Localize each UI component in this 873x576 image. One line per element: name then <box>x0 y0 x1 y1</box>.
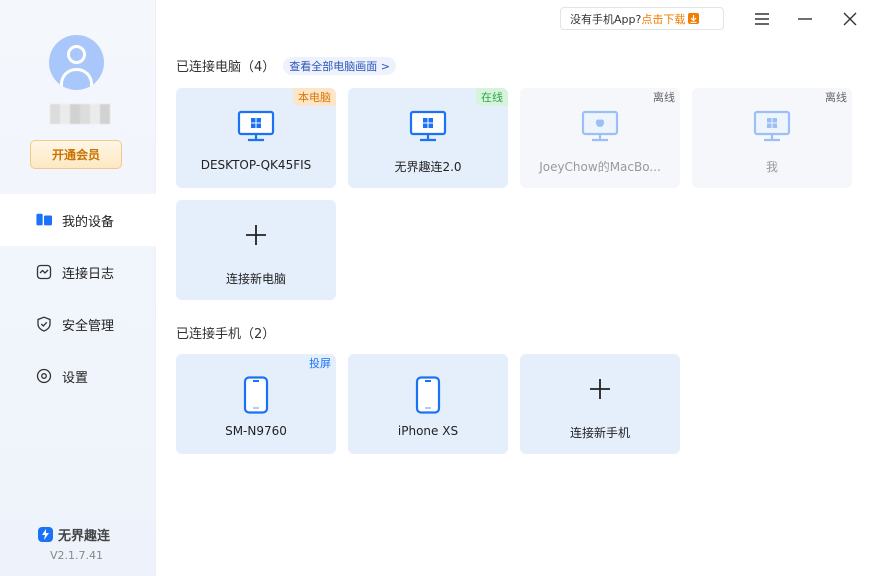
settings-icon <box>36 368 52 384</box>
add-computer-label: 连接新电脑 <box>225 272 286 286</box>
add-phone-card[interactable]: 连接新手机 <box>520 354 680 454</box>
computers-section-title: 已连接电脑（4） 查看全部电脑画面 > <box>176 56 396 75</box>
plus-icon <box>176 224 336 246</box>
brand-name: 无界趣连 <box>58 529 111 544</box>
device-name: JoeyChow的MacBo... <box>539 160 661 174</box>
computers-title: 已连接电脑（4） <box>176 60 276 75</box>
cast-badge: 投屏 <box>309 357 331 370</box>
username-blurred <box>50 104 110 124</box>
sidebar-item-label: 安全管理 <box>62 318 115 334</box>
sidebar-item-label: 连接日志 <box>62 266 115 282</box>
devices-icon <box>36 212 52 228</box>
computer-card-me[interactable]: 离线 我 <box>692 88 852 188</box>
device-name: DESKTOP-QK45FIS <box>200 158 312 172</box>
computer-card-macbook[interactable]: 离线 JoeyChow的MacBo... <box>520 88 680 188</box>
brand: 无界趣连 <box>38 525 110 544</box>
download-icon <box>688 13 700 24</box>
monitor-windows-icon <box>692 110 852 142</box>
phone-card-iphone-xs[interactable]: iPhone XS <box>348 354 508 454</box>
sidebar-item-settings[interactable]: 设置 <box>0 350 156 402</box>
download-link[interactable]: 点击下载 <box>641 11 685 27</box>
user-body-icon <box>60 68 93 90</box>
plus-icon <box>520 378 680 400</box>
minimize-icon[interactable] <box>794 8 816 30</box>
computer-card-desktop[interactable]: 本电脑 DESKTOP-QK45FIS <box>176 88 336 188</box>
phones-section-title: 已连接手机（2） <box>176 323 275 342</box>
shield-icon <box>36 316 52 332</box>
download-app-promo[interactable]: 没有手机App? 点击下载 <box>560 7 724 30</box>
close-icon[interactable] <box>839 8 861 30</box>
device-name: SM-N9760 <box>225 424 287 438</box>
monitor-windows-icon <box>176 110 336 142</box>
device-name: 无界趣连2.0 <box>394 160 462 174</box>
status-badge: 离线 <box>653 91 675 104</box>
device-name: iPhone XS <box>397 424 459 438</box>
avatar[interactable] <box>49 35 104 90</box>
phone-icon <box>176 376 336 414</box>
monitor-mac-icon <box>520 110 680 142</box>
device-name: 我 <box>765 160 778 174</box>
open-vip-button[interactable]: 开通会员 <box>30 140 122 169</box>
phone-icon <box>348 376 508 414</box>
phones-title: 已连接手机（2） <box>176 327 276 342</box>
log-icon <box>36 264 52 280</box>
app-version: V2.1.7.41 <box>50 549 104 562</box>
add-computer-card[interactable]: 连接新电脑 <box>176 200 336 300</box>
sidebar-item-label: 我的设备 <box>62 214 115 230</box>
view-all-computers-link[interactable]: 查看全部电脑画面 > <box>283 56 396 75</box>
sidebar-item-my-devices[interactable]: 我的设备 <box>0 194 156 246</box>
promo-text: 没有手机App? <box>570 12 642 26</box>
brand-logo-icon <box>38 527 53 542</box>
status-badge: 离线 <box>825 91 847 104</box>
sidebar-item-connection-log[interactable]: 连接日志 <box>0 246 156 298</box>
sidebar-item-security[interactable]: 安全管理 <box>0 298 156 350</box>
monitor-windows-icon <box>348 110 508 142</box>
status-badge: 在线 <box>476 88 508 106</box>
phone-card-sm-n9760[interactable]: 投屏 SM-N9760 <box>176 354 336 454</box>
computer-card-wujie[interactable]: 在线 无界趣连2.0 <box>348 88 508 188</box>
status-badge: 本电脑 <box>293 88 336 106</box>
add-phone-label: 连接新手机 <box>569 426 630 440</box>
sidebar: 开通会员 我的设备 连接日志 安全管理 设置 无界趣连 V2.1.7.41 <box>0 0 156 576</box>
sidebar-item-label: 设置 <box>62 370 89 386</box>
menu-icon[interactable] <box>751 8 773 30</box>
sidebar-nav: 我的设备 连接日志 安全管理 设置 <box>0 194 156 402</box>
user-head-icon <box>67 45 86 64</box>
